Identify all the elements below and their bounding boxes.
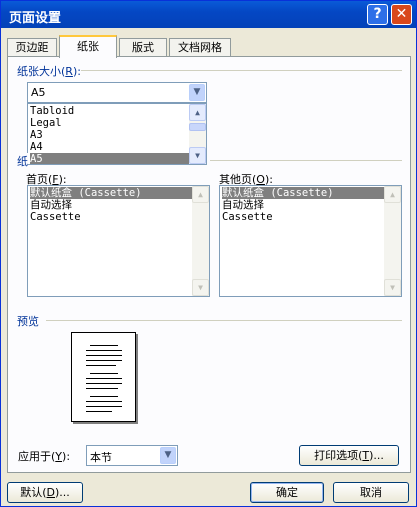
default-button[interactable]: 默认(D)... — [7, 482, 83, 503]
paper-size-combo[interactable]: A5 ▼ — [27, 82, 207, 103]
preview-separator — [46, 320, 402, 321]
list-item-selected[interactable]: 默认纸盒 (Cassette) — [222, 187, 385, 199]
paper-size-label-text: 纸张大小 — [17, 65, 61, 78]
paper-size-group-label: 纸张大小(R): — [17, 63, 81, 79]
preview-line — [86, 411, 112, 412]
list-item[interactable]: A3 — [30, 129, 190, 141]
list-item[interactable]: A4 — [30, 141, 190, 153]
preview-line — [86, 355, 122, 356]
tab-paper[interactable]: 纸张 — [59, 35, 117, 58]
apply-to-value: 本节 — [90, 451, 112, 464]
scroll-up-icon[interactable]: ▲ — [192, 186, 209, 203]
page-setup-dialog: 页面设置 ? ✕ 页边距 纸张 版式 文档网格 纸张大小(R): A5 ▼ Ta… — [0, 0, 417, 507]
paper-tab-panel: 纸张大小(R): A5 ▼ Tabloid Legal A3 A4 A5 ▲ ▼… — [7, 56, 411, 473]
list-item[interactable]: Cassette — [222, 211, 385, 223]
default-label: 默认 — [20, 486, 43, 499]
print-options-button[interactable]: 打印选项(T)... — [299, 445, 399, 466]
other-pages-tray-list[interactable]: 默认纸盒 (Cassette) 自动选择 Cassette ▲ ▼ — [219, 185, 402, 297]
dialog-title: 页面设置 — [9, 11, 62, 26]
tab-layout[interactable]: 版式 — [119, 38, 167, 57]
list-item-selected[interactable]: 默认纸盒 (Cassette) — [30, 187, 193, 199]
scroll-thumb[interactable] — [189, 123, 206, 131]
chevron-down-icon[interactable]: ▼ — [189, 84, 205, 101]
apply-to-label-text: 应用于 — [18, 450, 51, 463]
preview-group-label: 预览 — [17, 313, 39, 329]
scroll-down-icon[interactable]: ▼ — [192, 279, 209, 296]
paper-source-group-label: 纸 — [17, 153, 28, 169]
print-options-hotkey: T — [362, 449, 370, 462]
other-pages-scrollbar[interactable]: ▲ ▼ — [384, 186, 401, 296]
paper-size-separator — [78, 70, 402, 71]
preview-line — [90, 396, 118, 397]
scroll-up-icon[interactable]: ▲ — [189, 104, 206, 121]
chevron-down-icon[interactable]: ▼ — [160, 447, 176, 464]
apply-to-combo[interactable]: 本节 ▼ — [86, 445, 178, 466]
first-page-scrollbar[interactable]: ▲ ▼ — [192, 186, 209, 296]
dropdown-scrollbar[interactable]: ▲ ▼ — [189, 104, 206, 164]
preview-line — [86, 378, 122, 379]
scroll-down-icon[interactable]: ▼ — [189, 147, 206, 164]
list-item[interactable]: Legal — [30, 117, 190, 129]
list-item[interactable]: 自动选择 — [30, 199, 193, 211]
preview-line — [86, 388, 118, 389]
apply-to-label: 应用于(Y): — [18, 450, 71, 463]
ok-button[interactable]: 确定 — [250, 482, 324, 503]
default-hotkey: D — [46, 486, 55, 499]
paper-source-separator — [210, 160, 402, 161]
list-item-selected[interactable]: A5 — [30, 153, 190, 164]
preview-line — [86, 406, 122, 407]
close-button[interactable]: ✕ — [391, 4, 412, 25]
page-preview — [71, 332, 136, 422]
cancel-button[interactable]: 取消 — [333, 482, 409, 503]
preview-line — [86, 365, 116, 366]
tab-margins[interactable]: 页边距 — [7, 38, 57, 57]
paper-size-value: A5 — [31, 86, 46, 99]
list-item[interactable]: Cassette — [30, 211, 193, 223]
list-item[interactable]: Tabloid — [30, 105, 190, 117]
preview-line — [90, 373, 118, 374]
list-item[interactable]: 自动选择 — [222, 199, 385, 211]
scroll-up-icon[interactable]: ▲ — [384, 186, 401, 203]
apply-to-hotkey: Y — [55, 450, 63, 463]
print-options-label: 打印选项 — [314, 449, 359, 462]
tab-document-grid[interactable]: 文档网格 — [169, 38, 231, 57]
preview-line — [86, 350, 122, 351]
title-bar[interactable]: 页面设置 ? ✕ — [1, 1, 416, 28]
paper-size-dropdown-list[interactable]: Tabloid Legal A3 A4 A5 ▲ ▼ — [27, 103, 207, 165]
scroll-down-icon[interactable]: ▼ — [384, 279, 401, 296]
preview-line — [90, 345, 118, 346]
first-page-tray-list[interactable]: 默认纸盒 (Cassette) 自动选择 Cassette ▲ ▼ — [27, 185, 210, 297]
preview-line — [86, 383, 122, 384]
paper-size-hotkey: R — [65, 65, 73, 78]
preview-line — [86, 360, 122, 361]
preview-line — [86, 401, 122, 402]
help-button[interactable]: ? — [367, 4, 388, 25]
